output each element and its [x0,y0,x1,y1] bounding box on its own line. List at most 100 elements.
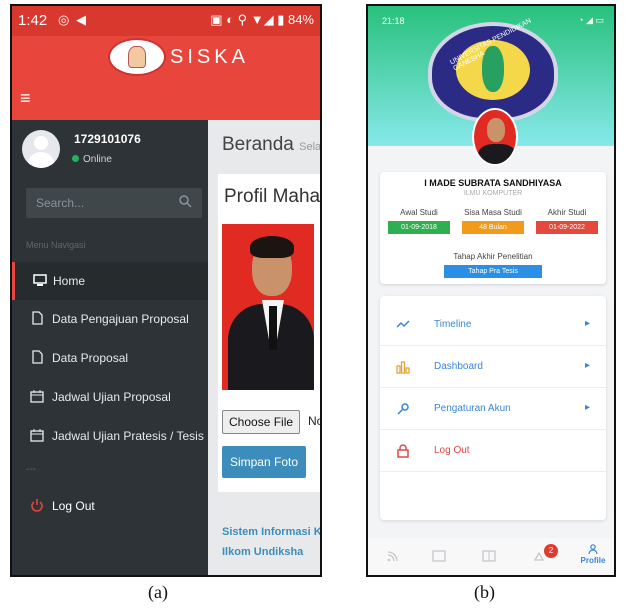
menu-item-dashboard[interactable]: Dashboard ▸ [380,346,606,388]
menu-item-label: Log Out [434,445,470,456]
choose-file-button[interactable]: Choose File [222,410,301,434]
student-name: I MADE SUBRATA SANDHIYASA [424,178,562,188]
tab-profile-label: Profile [580,556,606,565]
status-time: 21:18 [382,16,405,26]
menu-item-logout[interactable]: Log Out [380,430,606,472]
status-right: ▣ ◐ ⚲ ▼◢ ▮ 84% [210,12,314,27]
sidebar-item-jadwal-ujian-pratesis-tesis[interactable]: Jadwal Ujian Pratesis / Tesis [12,417,208,455]
user-panel: 1729101076 Online [12,120,208,178]
search-placeholder: Search... [36,196,85,210]
bar-chart-icon [396,361,410,374]
student-photo [222,224,314,390]
online-status: Online [72,154,112,165]
lock-icon [397,444,409,458]
top-navbar: ≡ [12,78,320,120]
stat-value: 01-09-2018 [388,221,450,234]
chevron-right-icon: ▸ [584,360,590,371]
main-content: Beranda Sela Profil Mahas Choose File No… [208,120,322,575]
student-info-card: I MADE SUBRATA SANDHIYASA ILMU KOMPUTER … [380,172,606,284]
footer-link-2[interactable]: Ilkom Undiksha [222,546,303,558]
status-bar: 1:42 ◎ ◀ ▣ ◐ ⚲ ▼◢ ▮ 84% [12,6,320,36]
user-id: 1729101076 [74,132,141,146]
file-icon [32,350,43,364]
page-subtitle: Sela [299,141,322,153]
navigation-icon: ◀ [76,12,86,27]
menu-item-timeline[interactable]: Timeline ▸ [380,304,606,346]
stat-awal-studi: Awal Studi 01-09-2018 [388,208,450,234]
user-icon [588,544,598,555]
hamburger-menu-icon[interactable]: ≡ [20,88,31,109]
stat-akhir-studi: Akhir Studi 01-09-2022 [536,208,598,234]
sidebar-item-jadwal-ujian-proposal[interactable]: Jadwal Ujian Proposal [12,378,208,416]
notification-badge: 2 [544,544,558,558]
online-label: Online [83,154,112,165]
menu-item-label: Pengaturan Akun [434,403,511,414]
menu-item-label: Dashboard [434,361,483,372]
sidebar-item-label: Home [53,274,86,288]
stat-value: 48 Bulan [462,221,524,234]
sidebar-item-label: Log Out [52,499,95,513]
menu-header: Menu Navigasi [26,240,86,250]
university-logo-icon [108,38,166,76]
caption-a: (a) [148,582,168,602]
search-input[interactable]: Search... [26,188,202,218]
caption-b: (b) [474,582,495,602]
key-icon [397,403,409,415]
phone-b-screen: 21:18 ◔ ◢ ▭ UNIVERSITAS PENDIDIKAN GANES… [366,4,616,577]
stat-sisa-masa-studi: Sisa Masa Studi 48 Bulan [462,208,524,234]
profile-menu: Timeline ▸ Dashboard ▸ Pengaturan Akun ▸… [380,296,606,520]
avatar [472,108,518,166]
chevron-right-icon: ▸ [584,318,590,329]
desktop-icon [33,274,47,286]
study-program: ILMU KOMPUTER [463,190,523,197]
calendar-icon[interactable] [432,550,446,562]
calendar-icon [30,390,44,403]
sidebar-item-data-proposal[interactable]: Data Proposal [12,339,208,377]
save-photo-button[interactable]: Simpan Foto [222,446,306,478]
file-icon [32,311,43,325]
stat-value: 01-09-2022 [536,221,598,234]
stage-label: Tahap Akhir Penelitian [453,252,533,261]
stat-label: Akhir Studi [547,208,587,217]
bottom-nav: 2 Profile [368,538,614,575]
calendar-icon [30,429,44,442]
app-header: SISKA [12,36,320,78]
location-icon: ◎ [58,12,70,27]
menu-separator: --- [26,464,36,475]
app-title: SISKA [170,46,249,68]
battery-level: 84% [287,12,314,27]
sidebar-item-label: Jadwal Ujian Pratesis / Tesis [52,429,204,443]
feed-icon[interactable] [386,550,400,562]
timeline-icon [396,320,410,328]
page-title-text: Beranda [222,134,294,155]
file-status: No [308,414,322,428]
card-title: Profil Mahas [224,186,322,207]
stat-label: Sisa Masa Studi [464,208,522,217]
footer-link[interactable]: Sistem Informasi K [222,526,320,538]
sidebar-item-data-pengajuan-proposal[interactable]: Data Pengajuan Proposal [12,300,208,338]
search-icon[interactable] [178,194,192,208]
chevron-right-icon: ▸ [584,402,590,413]
sidebar-item-label: Data Proposal [52,351,129,365]
online-dot-icon [72,155,79,162]
menu-item-label: Timeline [434,319,472,330]
page-title: Beranda Sela [222,134,322,156]
profile-header: 21:18 ◔ ◢ ▭ UNIVERSITAS PENDIDIKAN GANES… [368,6,614,166]
sidebar-item-label: Jadwal Ujian Proposal [52,390,171,404]
university-seal-icon: UNIVERSITAS PENDIDIKAN GANESHA [428,18,558,122]
menu-item-pengaturan-akun[interactable]: Pengaturan Akun ▸ [380,388,606,430]
tab-profile[interactable]: Profile [578,544,608,565]
phone-a-screen: 1:42 ◎ ◀ ▣ ◐ ⚲ ▼◢ ▮ 84% SISKA ≡ 17291010… [10,4,322,577]
sidebar-item-logout[interactable]: Log Out [12,487,208,525]
book-icon[interactable] [482,550,496,562]
stage-value: Tahap Pra Tesis [444,265,542,278]
avatar [22,130,60,168]
status-icons: ◔ ◢ ▭ [578,15,604,25]
sidebar: 1729101076 Online Search... Menu Navigas… [12,120,208,575]
research-stage: Tahap Akhir Penelitian Tahap Pra Tesis [406,252,580,278]
power-icon [31,499,43,512]
sidebar-item-label: Data Pengajuan Proposal [52,312,189,326]
sidebar-item-home[interactable]: Home [12,262,208,300]
stat-label: Awal Studi [400,208,438,217]
status-time: 1:42 [18,12,48,29]
